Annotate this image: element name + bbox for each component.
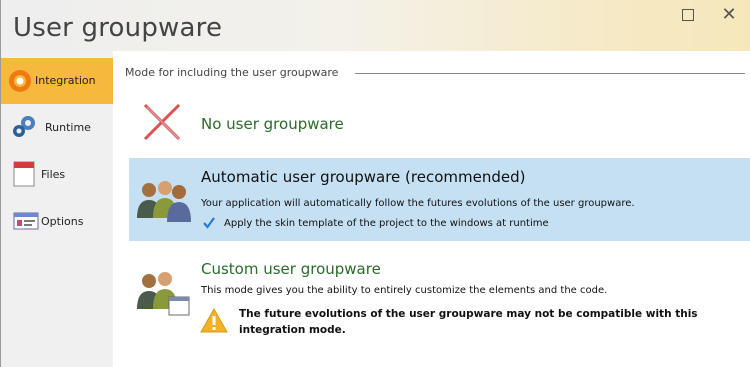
options-icon [13,212,39,230]
section-divider [355,73,745,74]
option-automatic-groupware[interactable]: Automatic user groupware (recommended) Y… [129,158,750,241]
sidebar: Integration Runtime Files Options [1,51,113,367]
option-title: Automatic user groupware (recommended) [201,168,526,186]
close-button[interactable]: ✕ [714,4,744,26]
option-description: Your application will automatically foll… [201,198,635,209]
checkbox-apply-skin[interactable] [202,216,216,230]
title-bar: User groupware ✕ [1,0,750,51]
checkbox-label: Apply the skin template of the project t… [224,218,549,229]
option-description: This mode gives you the ability to entir… [201,285,608,296]
option-title: No user groupware [201,115,344,133]
sidebar-item-label: Files [41,168,66,181]
sidebar-item-label: Options [41,215,84,228]
window: User groupware ✕ Integration Runtime Fil… [0,0,750,367]
option-custom-groupware[interactable]: Custom user groupware This mode gives yo… [129,251,750,361]
sidebar-item-label: Integration [35,74,96,87]
integration-icon [9,70,31,92]
section-title: Mode for including the user groupware [125,66,339,79]
sidebar-item-runtime[interactable]: Runtime [1,104,113,150]
sidebar-item-label: Runtime [45,121,91,134]
close-icon: ✕ [721,4,737,25]
maximize-button[interactable] [673,4,703,26]
sidebar-item-files[interactable]: Files [1,151,113,197]
warning-icon [200,307,228,333]
option-title: Custom user groupware [201,260,381,278]
warning-text: The future evolutions of the user groupw… [239,308,698,336]
file-icon [13,161,35,187]
window-title: User groupware [13,13,223,43]
users-custom-icon [137,272,190,316]
gears-icon [13,116,35,137]
users-icon [137,181,191,222]
sidebar-item-options[interactable]: Options [1,198,113,244]
content-panel: Mode for including the user groupware No… [113,51,750,367]
sidebar-item-integration[interactable]: Integration [1,58,113,104]
maximize-icon [682,9,694,21]
option-no-groupware[interactable]: No user groupware [129,93,750,153]
red-x-icon [143,103,182,142]
